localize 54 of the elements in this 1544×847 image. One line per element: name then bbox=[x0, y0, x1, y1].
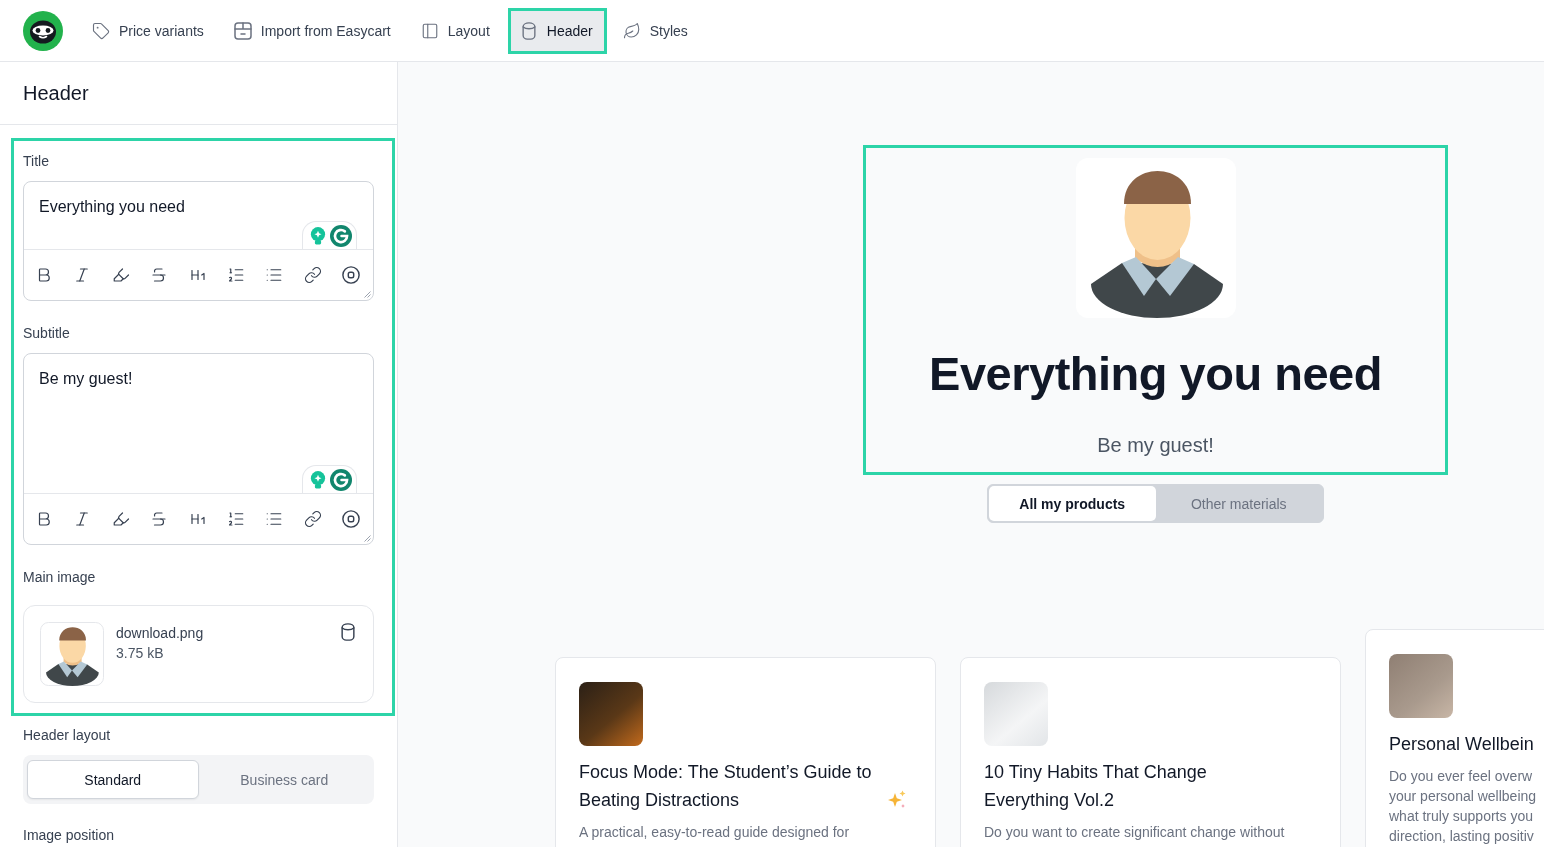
product-description: Do you ever feel overw your personal wellbeing what truly supports you direction, lasting positiv bbox=[1389, 767, 1538, 846]
numbered-list-icon[interactable] bbox=[226, 266, 245, 284]
file-size: 3.75 kB bbox=[116, 644, 164, 663]
leaf-icon bbox=[622, 21, 641, 40]
nav-tab[interactable]: Layout bbox=[408, 7, 504, 54]
product-title: 10 Tiny Habits That Change Everything Vol.2 bbox=[984, 761, 1208, 812]
logo-icon[interactable] bbox=[23, 10, 63, 51]
product-title: Focus Mode: The Student’s Guide to Beating Distractions bbox=[579, 761, 873, 812]
panel-title: Header bbox=[0, 62, 397, 125]
g-logo-icon[interactable] bbox=[330, 224, 352, 247]
field-label: Title bbox=[23, 152, 49, 171]
content-tab[interactable]: All my products bbox=[989, 486, 1156, 521]
photo-placeholder bbox=[579, 682, 643, 746]
product-description: Do you want to create significant change without bbox=[984, 823, 1286, 842]
circle-icon[interactable] bbox=[342, 266, 360, 284]
file-name: download.png bbox=[116, 624, 204, 643]
header-title: Everything you need bbox=[929, 346, 1382, 402]
resize-handle-icon[interactable] bbox=[364, 535, 371, 542]
product-card[interactable]: 10 Tiny Habits That Change Everything Vol.2 Do you want to create significant change without bbox=[960, 657, 1341, 847]
nav-tab[interactable]: Import from Easycart bbox=[221, 7, 405, 54]
text-field[interactable]: Be my guest! bbox=[24, 354, 373, 493]
nav-tab[interactable]: Header bbox=[507, 7, 607, 54]
g-logo-icon[interactable] bbox=[330, 468, 352, 491]
photo-placeholder bbox=[984, 682, 1048, 746]
box-icon bbox=[233, 21, 252, 40]
text-field[interactable]: Everything you need bbox=[24, 182, 373, 249]
layout-option[interactable]: Standard bbox=[27, 760, 199, 799]
link-icon[interactable] bbox=[303, 266, 322, 284]
header-subtitle: Be my guest! bbox=[1097, 433, 1214, 458]
field-label: Header layout bbox=[23, 726, 112, 745]
bullet-list-icon[interactable] bbox=[265, 510, 284, 528]
tag-icon bbox=[92, 21, 110, 40]
link-icon[interactable] bbox=[303, 510, 322, 528]
circle-icon[interactable] bbox=[342, 510, 360, 528]
layout-option[interactable]: Business card bbox=[198, 760, 370, 799]
layout-icon bbox=[420, 21, 439, 40]
nav-tab[interactable]: Price variants bbox=[80, 7, 218, 54]
field-label: Subtitle bbox=[23, 324, 70, 343]
numbered-list-icon[interactable] bbox=[226, 510, 245, 528]
product-description: A practical, easy-to-read guide designed for bbox=[579, 823, 851, 842]
nav-tab[interactable]: Styles bbox=[610, 7, 702, 54]
cylinder-icon bbox=[519, 21, 538, 40]
highlighter-icon[interactable] bbox=[111, 510, 130, 528]
avatar-drawing bbox=[40, 622, 104, 686]
field-label: Image position bbox=[23, 826, 116, 845]
cylinder-icon[interactable] bbox=[339, 623, 357, 641]
photo-placeholder bbox=[1389, 654, 1453, 718]
product-card[interactable]: Focus Mode: The Student’s Guide to Beating Distractions A practical, easy-to-read guide designed for bbox=[555, 657, 936, 847]
highlighter-icon[interactable] bbox=[111, 266, 130, 284]
product-card[interactable]: Personal Wellbein Do you ever feel overw your personal wellbeing what truly supports you direction, lasting positiv bbox=[1365, 629, 1544, 847]
product-title: Personal Wellbein bbox=[1389, 733, 1534, 756]
bullet-list-icon[interactable] bbox=[265, 266, 284, 284]
field-label: Main image bbox=[23, 568, 96, 587]
resize-handle-icon[interactable] bbox=[364, 291, 371, 298]
